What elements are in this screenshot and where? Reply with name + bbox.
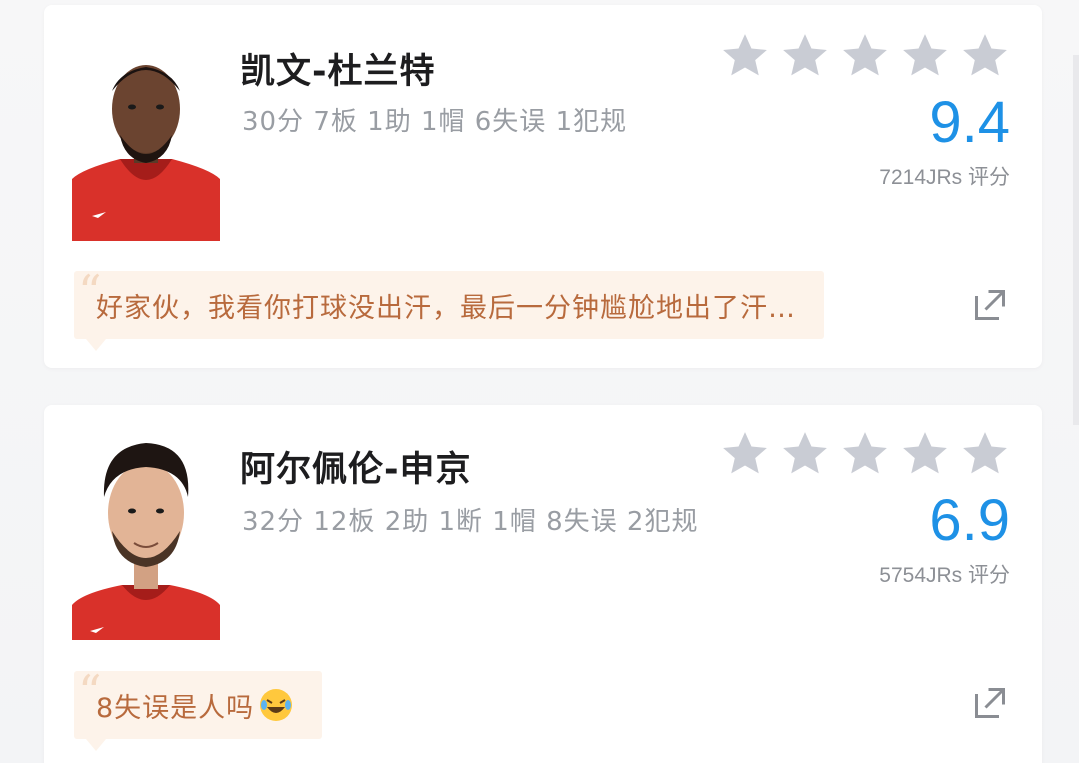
star-icon[interactable] xyxy=(900,429,950,479)
rater-count: 7214JRs 评分 xyxy=(879,166,1010,189)
player-avatar xyxy=(72,51,220,241)
star-icon[interactable] xyxy=(960,429,1010,479)
rating-score: 6.9 xyxy=(929,488,1010,553)
player-photo-icon xyxy=(72,65,220,241)
rater-count: 5754JRs 评分 xyxy=(879,564,1010,587)
player-rating-card[interactable]: 凯文-杜兰特 30分 7板 1助 1帽 6失误 1犯规 9.4 7214JRs … xyxy=(44,5,1042,368)
star-icon[interactable] xyxy=(780,31,830,81)
scroll-rail xyxy=(1073,55,1079,425)
top-comment[interactable]: “ 8失误是人吗 xyxy=(74,665,323,751)
star-icon[interactable] xyxy=(720,429,770,479)
star-icon[interactable] xyxy=(900,31,950,81)
laughing-crying-emoji-icon xyxy=(260,689,293,721)
star-icon[interactable] xyxy=(960,31,1010,81)
rating-stars[interactable] xyxy=(720,429,1010,479)
quote-mark-icon: “ xyxy=(78,265,103,319)
rating-stars[interactable] xyxy=(720,31,1010,81)
top-comment[interactable]: “ 好家伙，我看你打球没出汗，最后一分钟尴尬地出了汗… xyxy=(74,265,824,351)
player-avatar xyxy=(72,435,220,640)
star-icon[interactable] xyxy=(840,31,890,81)
ratings-page: 凯文-杜兰特 30分 7板 1助 1帽 6失误 1犯规 9.4 7214JRs … xyxy=(0,0,1079,763)
player-stats: 30分 7板 1助 1帽 6失误 1犯规 xyxy=(242,107,628,137)
player-rating-card[interactable]: 阿尔佩伦-申京 32分 12板 2助 1断 1帽 8失误 2犯规 6.9 575… xyxy=(44,405,1042,763)
rating-score: 9.4 xyxy=(929,90,1010,155)
comment-text: 8失误是人吗 xyxy=(96,692,255,724)
player-photo-icon xyxy=(72,443,220,640)
player-name: 阿尔佩伦-申京 xyxy=(240,450,472,490)
share-icon[interactable] xyxy=(972,287,1008,323)
player-stats: 32分 12板 2助 1断 1帽 8失误 2犯规 xyxy=(242,507,699,537)
comment-text: 好家伙，我看你打球没出汗，最后一分钟尴尬地出了汗… xyxy=(96,292,796,324)
star-icon[interactable] xyxy=(780,429,830,479)
share-icon[interactable] xyxy=(972,685,1008,721)
star-icon[interactable] xyxy=(720,31,770,81)
player-name: 凯文-杜兰特 xyxy=(240,52,436,92)
quote-mark-icon: “ xyxy=(78,665,103,719)
star-icon[interactable] xyxy=(840,429,890,479)
